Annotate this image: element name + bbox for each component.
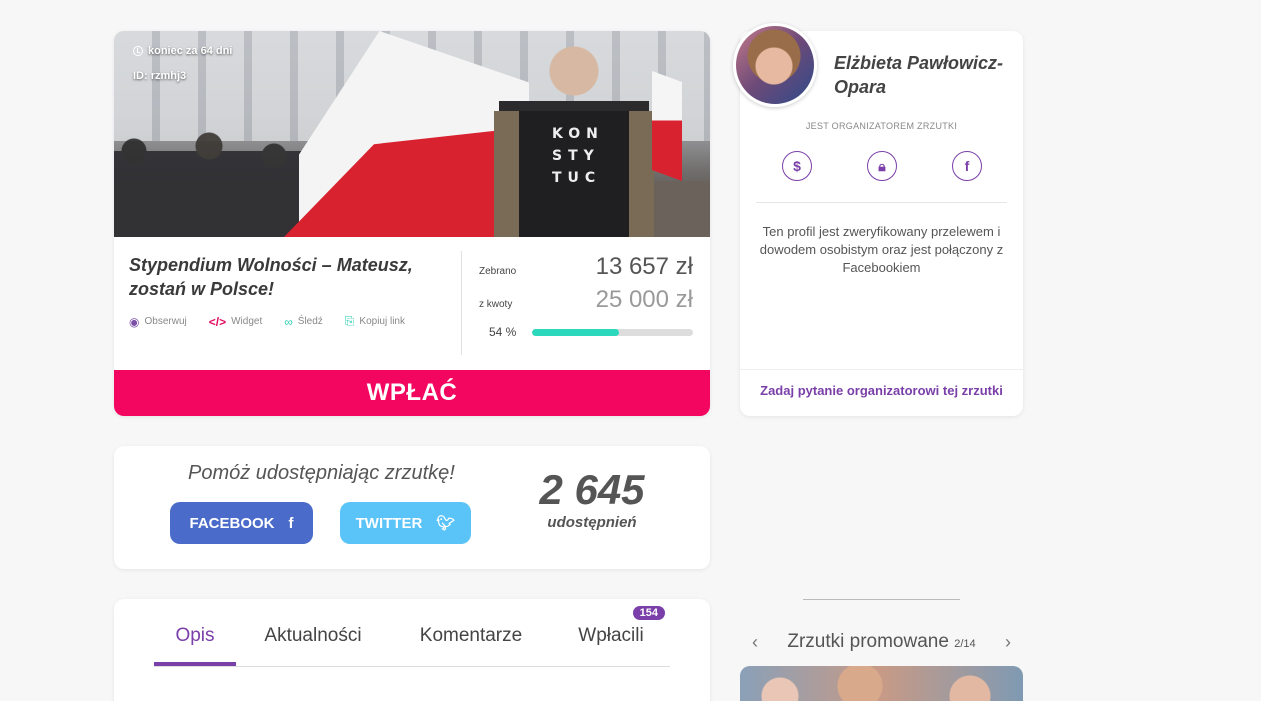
organizer-avatar[interactable] [733, 23, 817, 107]
progress-fill [532, 328, 620, 336]
share-count-label: udostępnień [547, 514, 637, 531]
share-card: Pomóż udostępniając zrzutkę! FACEBOOK f … [114, 446, 710, 569]
share-count-number: 2 645 [539, 466, 645, 513]
organizer-footer-divider [740, 369, 1023, 370]
organizer-divider [756, 202, 1007, 203]
campaign-title: Stypendium Wolności – Mateusz, zostań w … [129, 255, 413, 299]
tab-donors[interactable]: Wpłacili 154 [552, 606, 670, 666]
tab-bar: Opis Aktualności Komentarze Wpłacili 154 [154, 606, 670, 667]
copy-link-action[interactable]: ⎘ Kopiuj link [345, 314, 405, 329]
goal-row: z kwoty 25 000 zł [479, 286, 693, 319]
lock-icon: 🔒︎ [867, 151, 897, 181]
progress-bar [532, 328, 693, 336]
clipboard-icon: ⎘ [344, 314, 355, 328]
eye-icon: ◉ [129, 314, 140, 329]
promoted-title: Zrzutki promowane 2/14 [787, 631, 975, 653]
organizer-card: Elżbieta Pawłowicz-Opara JEST ORGANIZATO… [733, 23, 1023, 416]
campaign-card: KON STY TUC koniec za 64 dni ID: rzmhj3 … [114, 31, 710, 416]
progress-row: 54 % [489, 325, 693, 339]
twitter-icon: 🐦︎ [436, 515, 456, 532]
campaign-stats: Zebrano 13 657 zł z kwoty 25 000 zł 54 % [479, 253, 693, 339]
share-title: Pomóż udostępniając zrzutkę! [188, 462, 455, 484]
verification-icons: $ 🔒︎ f [782, 151, 982, 181]
campaign-meta: koniec za 64 dni ID: rzmhj3 [133, 44, 232, 94]
donors-count-badge: 154 [632, 606, 665, 620]
hero-shirt-text: KON STY TUC [552, 126, 604, 186]
stats-divider [461, 251, 462, 355]
dollar-icon: $ [782, 151, 812, 181]
tab-updates[interactable]: Aktualności [236, 623, 390, 666]
promoted-title-text: Zrzutki promowane [787, 631, 949, 652]
organizer-role: JEST ORGANIZATOREM ZRZUTKI [805, 121, 958, 131]
observe-label: Obserwuj [144, 316, 187, 327]
collected-value: 13 657 zł [595, 253, 693, 280]
campaign-title-block: Stypendium Wolności – Mateusz, zostań w … [129, 253, 449, 301]
goal-value: 25 000 zł [595, 286, 693, 313]
goal-label: z kwoty [479, 299, 513, 310]
ask-organizer-link[interactable]: Zadaj pytanie organizatorowi tej zrzutki [740, 383, 1023, 398]
tab-comments-label: Komentarze [419, 625, 523, 646]
collected-label: Zebrano [479, 266, 517, 277]
tab-description-label: Opis [175, 625, 215, 646]
widget-label: Widget [231, 316, 263, 327]
promoted-counter: 2/14 [954, 638, 976, 650]
promoted-header: ‹ Zrzutki promowane 2/14 › [740, 628, 1023, 656]
campaign-id: ID: rzmhj3 [133, 70, 187, 82]
code-icon: </> [208, 314, 227, 329]
chevron-left-icon[interactable]: ‹ [752, 632, 758, 653]
campaign-actions: ◉ Obserwuj </> Widget ∞ Śledź ⎘ Kopiuj l… [129, 314, 405, 329]
collected-row: Zebrano 13 657 zł [479, 253, 693, 286]
facebook-icon: f [288, 514, 294, 532]
tab-updates-label: Aktualności [264, 625, 362, 646]
twitter-share-button[interactable]: TWITTER 🐦︎ [340, 502, 471, 544]
copy-link-label: Kopiuj link [359, 316, 405, 327]
promoted-campaign-image[interactable] [740, 666, 1023, 701]
tab-comments[interactable]: Komentarze [390, 623, 552, 666]
observe-action[interactable]: ◉ Obserwuj [129, 314, 187, 329]
hero-flag-right [652, 71, 682, 181]
follow-label: Śledź [297, 316, 323, 327]
progress-percent: 54 % [489, 325, 517, 339]
facebook-verified-icon: f [952, 151, 982, 181]
content-tabs-card: Opis Aktualności Komentarze Wpłacili 154 [114, 599, 710, 701]
promoted-divider [803, 599, 960, 600]
link-icon: ∞ [284, 314, 293, 329]
end-date-text: koniec za 64 dni [148, 45, 233, 57]
share-counter: 2 645 udostępnień [534, 466, 650, 531]
campaign-hero-image[interactable]: KON STY TUC koniec za 64 dni ID: rzmhj3 [114, 31, 710, 237]
follow-action[interactable]: ∞ Śledź [284, 314, 323, 329]
verification-text: Ten profil jest zweryfikowany przelewem … [759, 224, 1004, 275]
widget-action[interactable]: </> Widget [209, 314, 262, 329]
twitter-share-label: TWITTER [355, 514, 423, 532]
end-date-row: koniec za 64 dni [133, 44, 232, 58]
donate-button[interactable]: WPŁAĆ [114, 370, 710, 416]
tab-description[interactable]: Opis [154, 623, 236, 666]
chevron-right-icon[interactable]: › [1005, 632, 1011, 653]
clock-icon [133, 46, 143, 56]
campaign-id-row: ID: rzmhj3 [133, 69, 232, 83]
facebook-share-label: FACEBOOK [189, 514, 275, 532]
tab-donors-label: Wpłacili [578, 625, 644, 646]
organizer-name[interactable]: Elżbieta Pawłowicz-Opara [834, 51, 1014, 99]
facebook-share-button[interactable]: FACEBOOK f [170, 502, 313, 544]
